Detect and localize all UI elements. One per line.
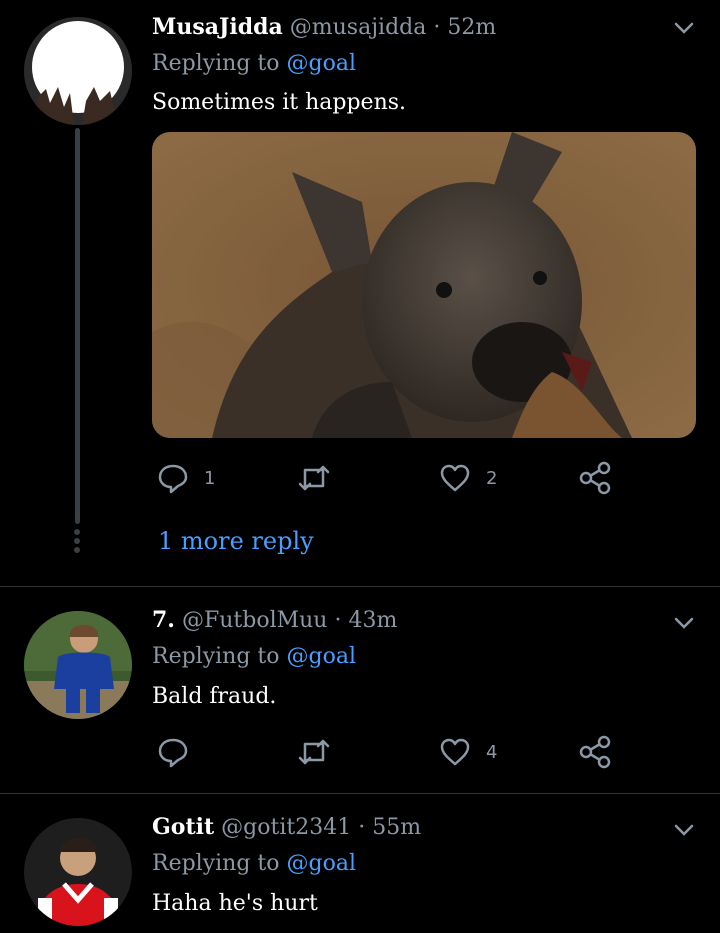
separator: · [358,815,366,840]
avatar-image [24,818,132,926]
display-name[interactable]: 7. [152,607,175,633]
handle[interactable]: @musajidda [290,15,427,40]
retweet-icon [298,465,330,491]
handle[interactable]: @gotit2341 [221,815,351,840]
like-count: 2 [486,467,498,489]
replying-prefix: Replying to [152,644,280,669]
tweet-text: Bald fraud. [152,684,277,709]
tweet-text: Haha he's hurt [152,891,318,916]
timestamp[interactable]: 55m [372,815,421,840]
retweet-button[interactable] [296,732,346,772]
share-button[interactable] [578,458,612,498]
tweet-text: Sometimes it happens. [152,90,407,115]
chevron-down-icon[interactable] [672,611,696,635]
reply-icon [158,738,188,768]
replying-to: Replying to @goal [152,851,356,876]
avatar[interactable] [24,818,132,926]
tweet-actions: 4 [152,732,622,772]
retweet-button[interactable] [296,458,346,498]
replying-prefix: Replying to [152,851,280,876]
share-button[interactable] [578,732,612,772]
more-replies-dots [74,529,80,556]
avatar-image [24,17,132,125]
retweet-icon [298,739,330,765]
separator: · [334,608,342,633]
more-replies-link[interactable]: 1 more reply [158,527,314,555]
reply-count: 1 [204,467,216,489]
replying-prefix: Replying to [152,51,280,76]
reply-button[interactable] [156,732,204,772]
like-button[interactable]: 2 [438,458,497,498]
tweet-actions: 1 2 [152,458,622,498]
avatar[interactable] [24,611,132,719]
like-icon [440,738,470,766]
tweet[interactable]: MusaJidda @musajidda · 52m Replying to @… [0,0,720,586]
replying-to-link[interactable]: @goal [287,851,356,876]
separator: · [433,15,441,40]
reply-button[interactable]: 1 [156,458,215,498]
timestamp[interactable]: 52m [447,15,496,40]
replying-to-link[interactable]: @goal [287,51,356,76]
replying-to: Replying to @goal [152,644,356,669]
tweet[interactable]: 7. @FutbolMuu · 43m Replying to @goal Ba… [0,587,720,793]
timestamp[interactable]: 43m [348,608,397,633]
chevron-down-icon[interactable] [672,16,696,40]
share-icon [579,735,611,769]
tweet-header: Gotit @gotit2341 · 55m [152,814,421,840]
hyena-photo [152,132,696,438]
display-name[interactable]: Gotit [152,814,214,840]
avatar-image [24,611,132,719]
like-icon [440,464,470,492]
share-icon [579,461,611,495]
thread-line [75,128,80,524]
like-count: 4 [486,741,498,763]
tweet-media-image[interactable] [152,132,696,438]
tweet-header: MusaJidda @musajidda · 52m [152,14,496,40]
replying-to-link[interactable]: @goal [287,644,356,669]
reply-icon [158,464,188,494]
like-button[interactable]: 4 [438,732,497,772]
display-name[interactable]: MusaJidda [152,14,283,40]
avatar[interactable] [24,17,132,125]
replying-to: Replying to @goal [152,51,356,76]
tweet[interactable]: Gotit @gotit2341 · 55m Replying to @goal… [0,794,720,933]
handle[interactable]: @FutbolMuu [182,608,328,633]
tweet-header: 7. @FutbolMuu · 43m [152,607,397,633]
chevron-down-icon[interactable] [672,818,696,842]
